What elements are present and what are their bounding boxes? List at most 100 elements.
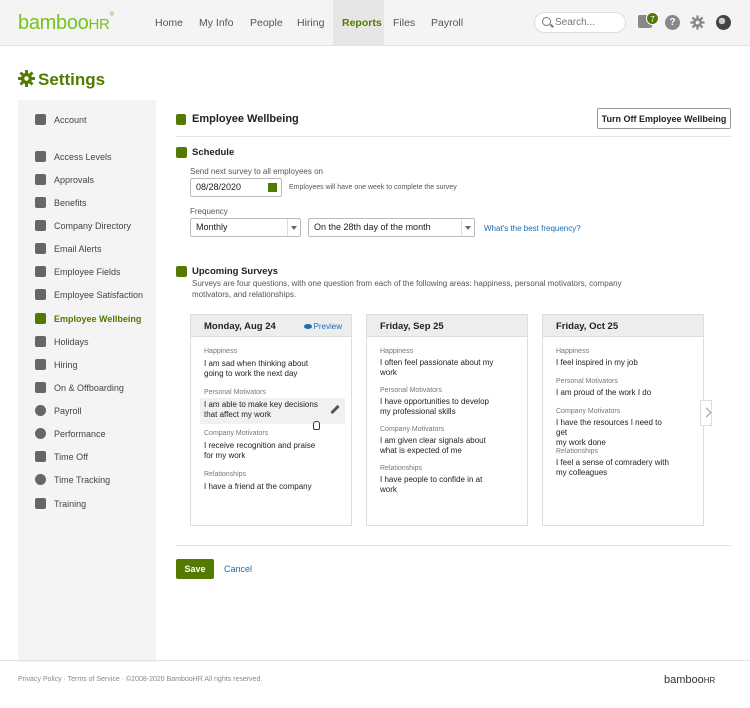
- search-input[interactable]: [555, 15, 621, 30]
- hand-cursor-icon: [313, 421, 320, 430]
- survey-card-date: Friday, Sep 25: [380, 321, 444, 332]
- question-text: I have people to confide in at work: [380, 475, 483, 494]
- onboarding-icon: [35, 382, 46, 393]
- divider: [176, 545, 731, 546]
- nav-my-info[interactable]: My Info: [190, 0, 242, 46]
- heart-icon: [35, 197, 46, 208]
- divider: [176, 136, 731, 137]
- frequency-value: Monthly: [196, 222, 228, 232]
- survey-date-input[interactable]: 08/28/2020: [190, 178, 282, 197]
- footer-divider: [0, 660, 750, 661]
- survey-date-value: 08/28/2020: [196, 182, 242, 192]
- survey-card-date: Monday, Aug 24: [204, 321, 276, 332]
- section-title: Employee Wellbeing: [192, 113, 299, 125]
- sidebar-item-on-offboarding[interactable]: On & Offboarding: [18, 378, 156, 398]
- dollar-icon: [35, 405, 46, 416]
- footer-links[interactable]: Privacy Policy · Terms of Service · ©200…: [18, 676, 262, 683]
- question-text: I often feel passionate about my work: [380, 358, 494, 377]
- nav-files[interactable]: Files: [384, 0, 424, 46]
- sidebar-item-performance[interactable]: Performance: [18, 424, 156, 444]
- user-avatar[interactable]: [716, 15, 731, 30]
- nav-people[interactable]: People: [241, 0, 292, 46]
- survey-card-header: Friday, Oct 25: [543, 315, 703, 337]
- cancel-link[interactable]: Cancel: [224, 564, 252, 574]
- wellbeing-icon: [35, 313, 46, 324]
- survey-card-date: Friday, Oct 25: [556, 321, 619, 332]
- chevron-down-icon: [461, 219, 474, 236]
- day-of-month-value: On the 28th day of the month: [314, 222, 431, 232]
- wrench-icon: [35, 114, 46, 125]
- performance-icon: [35, 428, 46, 439]
- question-category: Personal Motivators: [204, 389, 266, 396]
- survey-card: Monday, Aug 24 Preview Happiness I am sa…: [190, 314, 352, 526]
- survey-card-header: Friday, Sep 25: [367, 315, 527, 337]
- sidebar-item-employee-fields[interactable]: Employee Fields: [18, 262, 156, 282]
- inbox-count-badge: 7: [646, 12, 659, 25]
- gift-icon: [35, 336, 46, 347]
- fields-icon: [35, 266, 46, 277]
- eye-icon: [303, 324, 312, 329]
- email-icon: [35, 243, 46, 254]
- day-of-month-select[interactable]: On the 28th day of the month: [308, 218, 475, 237]
- frequency-select[interactable]: Monthly: [190, 218, 301, 237]
- question-text: I am proud of the work I do: [556, 388, 652, 397]
- question-text: I am sad when thinking about going to wor…: [204, 359, 309, 378]
- sidebar-item-benefits[interactable]: Benefits: [18, 193, 156, 213]
- best-frequency-link[interactable]: What's the best frequency?: [484, 224, 581, 233]
- question-category: Personal Motivators: [556, 378, 618, 385]
- time-off-icon: [35, 451, 46, 462]
- question-text: I feel inspired in my job: [556, 358, 638, 367]
- sidebar-item-hiring[interactable]: Hiring: [18, 355, 156, 375]
- question-category: Relationships: [204, 471, 247, 478]
- save-button[interactable]: Save: [176, 559, 214, 579]
- question-text: I am able to make key decisions that affe…: [204, 400, 318, 419]
- nav-reports[interactable]: Reports: [333, 0, 384, 46]
- question-category: Happiness: [556, 348, 590, 355]
- question-category: Company Motivators: [204, 430, 269, 437]
- turn-off-wellbeing-button[interactable]: Turn Off Employee Wellbeing: [597, 108, 731, 129]
- search-icon: [542, 17, 551, 26]
- sidebar-item-company-directory[interactable]: Company Directory: [18, 216, 156, 236]
- sidebar-item-employee-wellbeing[interactable]: Employee Wellbeing: [18, 309, 156, 329]
- sidebar-item-access-levels[interactable]: Access Levels: [18, 147, 156, 167]
- sidebar-item-training[interactable]: Training: [18, 494, 156, 514]
- calendar-icon: [176, 147, 187, 158]
- top-navigation: bambooHR® Home My Info People Hiring Rep…: [0, 0, 750, 46]
- send-survey-label: Send next survey to all employees on: [190, 167, 323, 176]
- question-category: Personal Motivators: [380, 387, 442, 394]
- next-surveys-chevron-right-icon[interactable]: [700, 400, 712, 426]
- settings-gear-icon[interactable]: [690, 15, 705, 30]
- sidebar-item-holidays[interactable]: Holidays: [18, 332, 156, 352]
- graduation-cap-icon: [35, 498, 46, 509]
- survey-card-header: Monday, Aug 24 Preview: [191, 315, 351, 337]
- smile-icon: [35, 289, 46, 300]
- question-text: I have the resources I need to get my wor…: [556, 418, 662, 447]
- sidebar-item-employee-satisfaction[interactable]: Employee Satisfaction: [18, 285, 156, 305]
- sidebar-item-payroll[interactable]: Payroll: [18, 401, 156, 421]
- survey-card: Friday, Oct 25 Happiness I feel inspired…: [542, 314, 704, 526]
- footer-bamboohr-logo: bambooHR: [664, 674, 716, 686]
- nav-home[interactable]: Home: [146, 0, 192, 46]
- date-hint: Employees will have one week to complete…: [289, 184, 457, 191]
- preview-link[interactable]: Preview: [303, 322, 342, 331]
- question-text: I have opportunities to develop my profes…: [380, 397, 489, 416]
- date-picker-icon[interactable]: [268, 183, 277, 192]
- nav-hiring[interactable]: Hiring: [288, 0, 333, 46]
- sidebar-item-time-tracking[interactable]: Time Tracking: [18, 470, 156, 490]
- question-category: Relationships: [556, 448, 599, 455]
- schedule-title: Schedule: [192, 147, 235, 158]
- sidebar-item-email-alerts[interactable]: Email Alerts: [18, 239, 156, 259]
- question-text: I have a friend at the company: [204, 482, 312, 491]
- bamboohr-logo[interactable]: bambooHR®: [18, 12, 114, 35]
- nav-payroll[interactable]: Payroll: [422, 0, 472, 46]
- settings-title-gear-icon: [18, 70, 35, 87]
- question-category: Relationships: [380, 465, 423, 472]
- settings-sidebar: Account Access Levels Approvals Benefits…: [18, 100, 156, 662]
- directory-icon: [35, 220, 46, 231]
- sidebar-item-approvals[interactable]: Approvals: [18, 170, 156, 190]
- sidebar-item-time-off[interactable]: Time Off: [18, 447, 156, 467]
- help-icon[interactable]: ?: [665, 15, 680, 30]
- sidebar-item-account[interactable]: Account: [18, 110, 156, 130]
- question-category: Happiness: [380, 348, 414, 355]
- search-box[interactable]: [534, 12, 626, 33]
